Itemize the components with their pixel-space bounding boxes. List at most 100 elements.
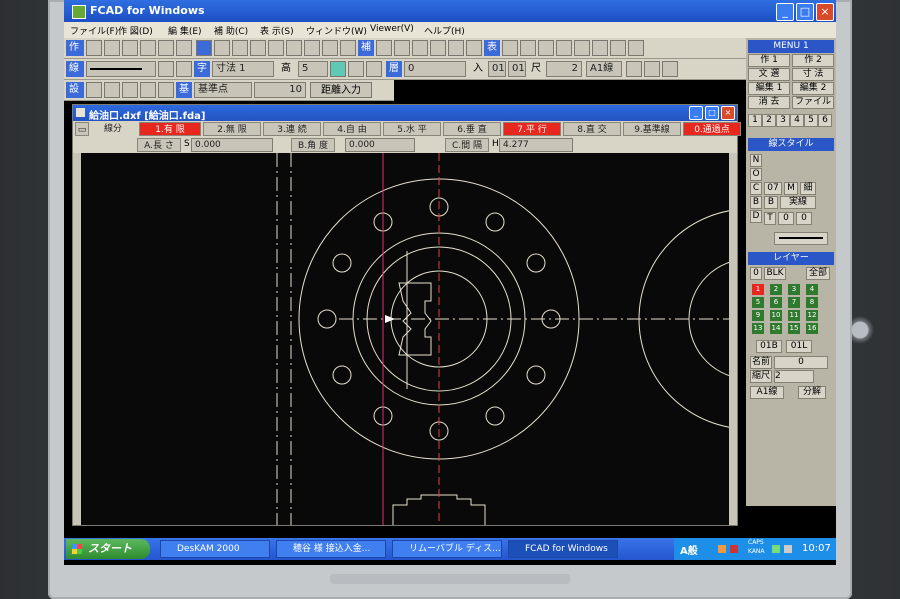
start-button[interactable]: スタート [66, 539, 150, 559]
layer-mode-button[interactable]: 層 [386, 61, 402, 77]
ime-tool-icon[interactable] [718, 545, 726, 553]
layer-scale-field[interactable]: 2 [774, 370, 814, 383]
sub-close-button[interactable]: × [721, 106, 735, 120]
layer-toggle-1[interactable]: 1 [752, 284, 764, 295]
menu-draw2-button[interactable]: 作 2 [792, 54, 834, 67]
snap-tool-icon[interactable] [376, 40, 392, 56]
menu-file-button[interactable]: ファイル [792, 96, 834, 109]
mode-button-5[interactable]: 5.水 平 [383, 122, 441, 136]
font-select-icon[interactable] [644, 61, 660, 77]
tab-3[interactable]: 3 [776, 114, 790, 127]
menu-draw1-button[interactable]: 作 1 [748, 54, 790, 67]
layer-toggle-12[interactable]: 12 [806, 310, 818, 321]
interval-field[interactable]: 4.277 [499, 138, 573, 152]
menu-viewer[interactable]: Viewer(V) [370, 24, 414, 34]
layer-toggle-2[interactable]: 2 [770, 284, 782, 295]
font-field[interactable]: A1線 [586, 61, 622, 77]
hatch-tool-icon[interactable] [158, 40, 174, 56]
layer-0-button[interactable]: 0 [750, 267, 762, 280]
layer-toggle-15[interactable]: 15 [788, 323, 800, 334]
vertical-scrollbar[interactable] [729, 153, 737, 525]
tile-icon[interactable] [628, 40, 644, 56]
layer-toggle-4[interactable]: 4 [806, 284, 818, 295]
menu-draw[interactable]: 作 図(D) [118, 24, 153, 37]
minimize-button[interactable]: _ [776, 3, 794, 21]
drawing-canvas[interactable] [81, 153, 836, 525]
task-fcad[interactable]: FCAD for Windows [508, 540, 618, 558]
line-t-value1[interactable]: 0 [778, 212, 794, 225]
scale-field[interactable]: 2 [546, 61, 582, 77]
menu-dimension-button[interactable]: 寸 法 [792, 68, 834, 81]
layer-all-button[interactable]: 全部 [806, 267, 830, 280]
line-select-arrow-icon[interactable] [158, 61, 174, 77]
tray-app-icon[interactable] [730, 545, 738, 553]
menu-erase-button[interactable]: 消 去 [748, 96, 790, 109]
line-type-select[interactable] [86, 61, 156, 77]
line-solid-button[interactable]: 実線 [780, 196, 816, 209]
length-field[interactable]: 0.000 [191, 138, 273, 152]
line-n-button[interactable]: N [750, 154, 762, 167]
tab-4[interactable]: 4 [790, 114, 804, 127]
menu-window[interactable]: ウィンドウ(W) [306, 24, 367, 37]
menu-edit[interactable]: 編 集(E) [168, 24, 202, 37]
line-o-button[interactable]: O [750, 168, 762, 181]
layer-toggle-10[interactable]: 10 [770, 310, 782, 321]
snap-cross-icon[interactable] [122, 82, 138, 98]
delete-tool-icon[interactable] [340, 40, 356, 56]
explode-button[interactable]: 分解 [798, 386, 826, 399]
assist-button[interactable]: 補 [358, 40, 374, 56]
rotate-tool-icon[interactable] [268, 40, 284, 56]
input-field-2[interactable]: 01 [508, 61, 526, 77]
layer-toggle-5[interactable]: 5 [752, 297, 764, 308]
height-field[interactable]: 5 [298, 61, 328, 77]
zoom-in-icon[interactable] [520, 40, 536, 56]
tab-5[interactable]: 5 [804, 114, 818, 127]
volume-icon[interactable] [784, 545, 792, 553]
sub-maximize-button[interactable]: □ [705, 106, 719, 120]
mode-button-9[interactable]: 9.基準線 [623, 122, 681, 136]
mirror-tool-icon[interactable] [250, 40, 266, 56]
snap-mid-icon[interactable] [104, 82, 120, 98]
menu-assist[interactable]: 補 助(C) [214, 24, 248, 37]
length-label[interactable]: A.長 さ [137, 138, 181, 152]
rect-tool-icon[interactable] [122, 40, 138, 56]
task-removable-disk[interactable]: リムーバブル ディス... [392, 540, 502, 558]
grid-tool-icon[interactable] [394, 40, 410, 56]
trim-tool-icon[interactable] [304, 40, 320, 56]
tab-1[interactable]: 1 [748, 114, 762, 127]
distance-input-button[interactable]: 距離入力 [310, 82, 372, 98]
line-tool-icon[interactable] [86, 40, 102, 56]
line-t-value2[interactable]: 0 [796, 212, 812, 225]
layer-toggle-16[interactable]: 16 [806, 323, 818, 334]
tab-2[interactable]: 2 [762, 114, 776, 127]
layer-toggle-6[interactable]: 6 [770, 297, 782, 308]
line-07-button[interactable]: 07 [764, 182, 782, 195]
layer-field[interactable]: 0 [404, 61, 466, 77]
mode-button-1[interactable]: 1.有 限 [139, 122, 201, 136]
move-tool-icon[interactable] [232, 40, 248, 56]
mode-button-10[interactable]: 0.通過点 [683, 122, 741, 136]
angle-label[interactable]: B.角 度 [291, 138, 335, 152]
menu-text-button[interactable]: 文 選 [748, 68, 790, 81]
circle-tool-icon[interactable] [104, 40, 120, 56]
settings-button[interactable]: 設 [66, 82, 84, 98]
redraw-icon[interactable] [574, 40, 590, 56]
text-tool-icon[interactable] [176, 40, 192, 56]
layer-toggle-13[interactable]: 13 [752, 323, 764, 334]
layer-blk-button[interactable]: BLK [764, 267, 786, 280]
cross-tool-icon[interactable] [466, 40, 482, 56]
mode-button-3[interactable]: 3.連 続 [263, 122, 321, 136]
mode-button-4[interactable]: 4.自 由 [323, 122, 381, 136]
snap-grid-icon[interactable] [140, 82, 156, 98]
layer-toggle-9[interactable]: 9 [752, 310, 764, 321]
line-list-icon[interactable] [176, 61, 192, 77]
line-t-button[interactable]: T [764, 212, 776, 225]
line-m-button[interactable]: M [784, 182, 798, 195]
layer-font-button[interactable]: A1線 [750, 386, 784, 399]
layer-toggle-14[interactable]: 14 [770, 323, 782, 334]
input-field-1[interactable]: 01 [488, 61, 506, 77]
font-list-icon[interactable] [662, 61, 678, 77]
copy-tool-icon[interactable] [214, 40, 230, 56]
snap-end-icon[interactable] [86, 82, 102, 98]
zoom-window-icon[interactable] [502, 40, 518, 56]
